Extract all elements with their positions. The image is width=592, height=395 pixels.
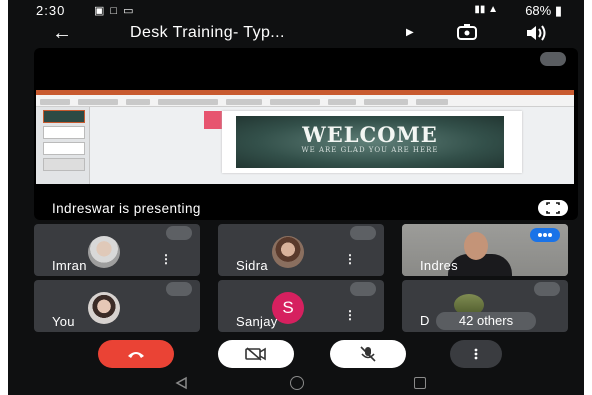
signal-icon: ▮▮ ▲ bbox=[474, 4, 498, 15]
muted-mic-icon bbox=[540, 52, 566, 66]
slide-thumbnail bbox=[43, 142, 85, 155]
slide-thumbnails bbox=[36, 107, 90, 184]
battery-indicator: 68% ▮ bbox=[525, 3, 562, 19]
more-vert-icon bbox=[474, 348, 478, 360]
nav-home-icon[interactable] bbox=[290, 376, 304, 390]
camera-off-icon bbox=[245, 347, 266, 361]
slide-thumbnail bbox=[43, 126, 85, 139]
slide-accent bbox=[204, 111, 222, 129]
more-options-icon[interactable]: ⋮ bbox=[160, 253, 172, 265]
avatar bbox=[88, 236, 120, 268]
muted-mic-icon bbox=[350, 282, 376, 296]
speaker-icon[interactable] bbox=[524, 24, 548, 42]
slide-heading: WELCOME bbox=[302, 122, 438, 147]
participant-tile-imran[interactable]: Imran ⋮ bbox=[34, 224, 200, 276]
more-options-button[interactable] bbox=[450, 340, 502, 368]
presenting-label: Indreswar is presenting bbox=[52, 201, 201, 216]
slide-editor: WELCOME WE ARE GLAD YOU ARE HERE bbox=[90, 107, 574, 184]
participant-name: Sanjay bbox=[236, 314, 278, 329]
more-options-icon[interactable]: ⋮ bbox=[344, 309, 356, 321]
android-nav-bar bbox=[8, 372, 584, 395]
participant-name: D bbox=[420, 313, 430, 328]
muted-mic-icon bbox=[350, 226, 376, 240]
participant-tile-sidra[interactable]: Sidra ⋮ bbox=[218, 224, 384, 276]
slide-subheading: WE ARE GLAD YOU ARE HERE bbox=[301, 146, 439, 154]
participant-tile-sanjay[interactable]: S Sanjay ⋮ bbox=[218, 280, 384, 332]
mic-off-icon bbox=[360, 346, 376, 362]
switch-camera-icon[interactable] bbox=[456, 24, 478, 40]
end-call-button[interactable] bbox=[98, 340, 174, 368]
participant-name: Indres bbox=[420, 258, 458, 273]
presentation-stage[interactable]: WELCOME WE ARE GLAD YOU ARE HERE Indresw… bbox=[34, 48, 578, 220]
speaking-indicator-icon bbox=[530, 228, 560, 242]
participant-tile-others[interactable]: D 42 others bbox=[402, 280, 568, 332]
status-bar: 2:30 ▣□▭ ▮▮ ▲ 68% ▮ bbox=[8, 0, 584, 22]
muted-mic-icon bbox=[166, 226, 192, 240]
notification-icons: ▣□▭ bbox=[94, 4, 139, 17]
nav-recents-icon[interactable] bbox=[414, 377, 426, 389]
ribbon-toolbar bbox=[36, 95, 574, 107]
nav-back-icon[interactable] bbox=[174, 376, 188, 390]
caret-right-icon[interactable]: ▶ bbox=[406, 27, 414, 38]
call-controls bbox=[8, 338, 584, 372]
video-notification-icon: ▣ bbox=[94, 5, 111, 17]
camera-toggle-button[interactable] bbox=[218, 340, 294, 368]
participant-name: Imran bbox=[52, 258, 87, 273]
muted-mic-icon bbox=[534, 282, 560, 296]
video-feed-person-head bbox=[464, 232, 488, 260]
slide-thumbnail bbox=[43, 110, 85, 123]
participant-name: You bbox=[52, 314, 75, 329]
status-time: 2:30 bbox=[36, 3, 66, 18]
avatar bbox=[88, 292, 120, 324]
participant-tile-you[interactable]: You bbox=[34, 280, 200, 332]
avatar bbox=[272, 236, 304, 268]
participant-tile-indreswar[interactable]: Indres bbox=[402, 224, 568, 276]
welcome-banner: WELCOME WE ARE GLAD YOU ARE HERE bbox=[236, 116, 504, 168]
meeting-top-bar: ← Desk Training- Typ... ▶ bbox=[8, 22, 584, 48]
battery-icon: ▮ bbox=[554, 3, 562, 18]
fullscreen-icon[interactable] bbox=[538, 200, 568, 216]
microphone-toggle-button[interactable] bbox=[330, 340, 406, 368]
back-arrow-icon[interactable]: ← bbox=[52, 22, 72, 44]
battery-percent: 68% bbox=[525, 3, 552, 18]
slide-thumbnail bbox=[43, 158, 85, 171]
muted-mic-icon bbox=[166, 282, 192, 296]
meeting-title[interactable]: Desk Training- Typ... bbox=[130, 24, 285, 42]
square-notification-icon: □ bbox=[110, 5, 124, 17]
participant-name: Sidra bbox=[236, 258, 268, 273]
more-options-icon[interactable]: ⋮ bbox=[344, 253, 356, 265]
shared-screen: WELCOME WE ARE GLAD YOU ARE HERE bbox=[36, 90, 574, 184]
hang-up-icon bbox=[128, 352, 144, 358]
phone-screen: 2:30 ▣□▭ ▮▮ ▲ 68% ▮ ← Desk Training- Typ… bbox=[8, 0, 584, 395]
cast-icon: ▭ bbox=[123, 5, 140, 17]
others-count-badge[interactable]: 42 others bbox=[436, 312, 536, 330]
